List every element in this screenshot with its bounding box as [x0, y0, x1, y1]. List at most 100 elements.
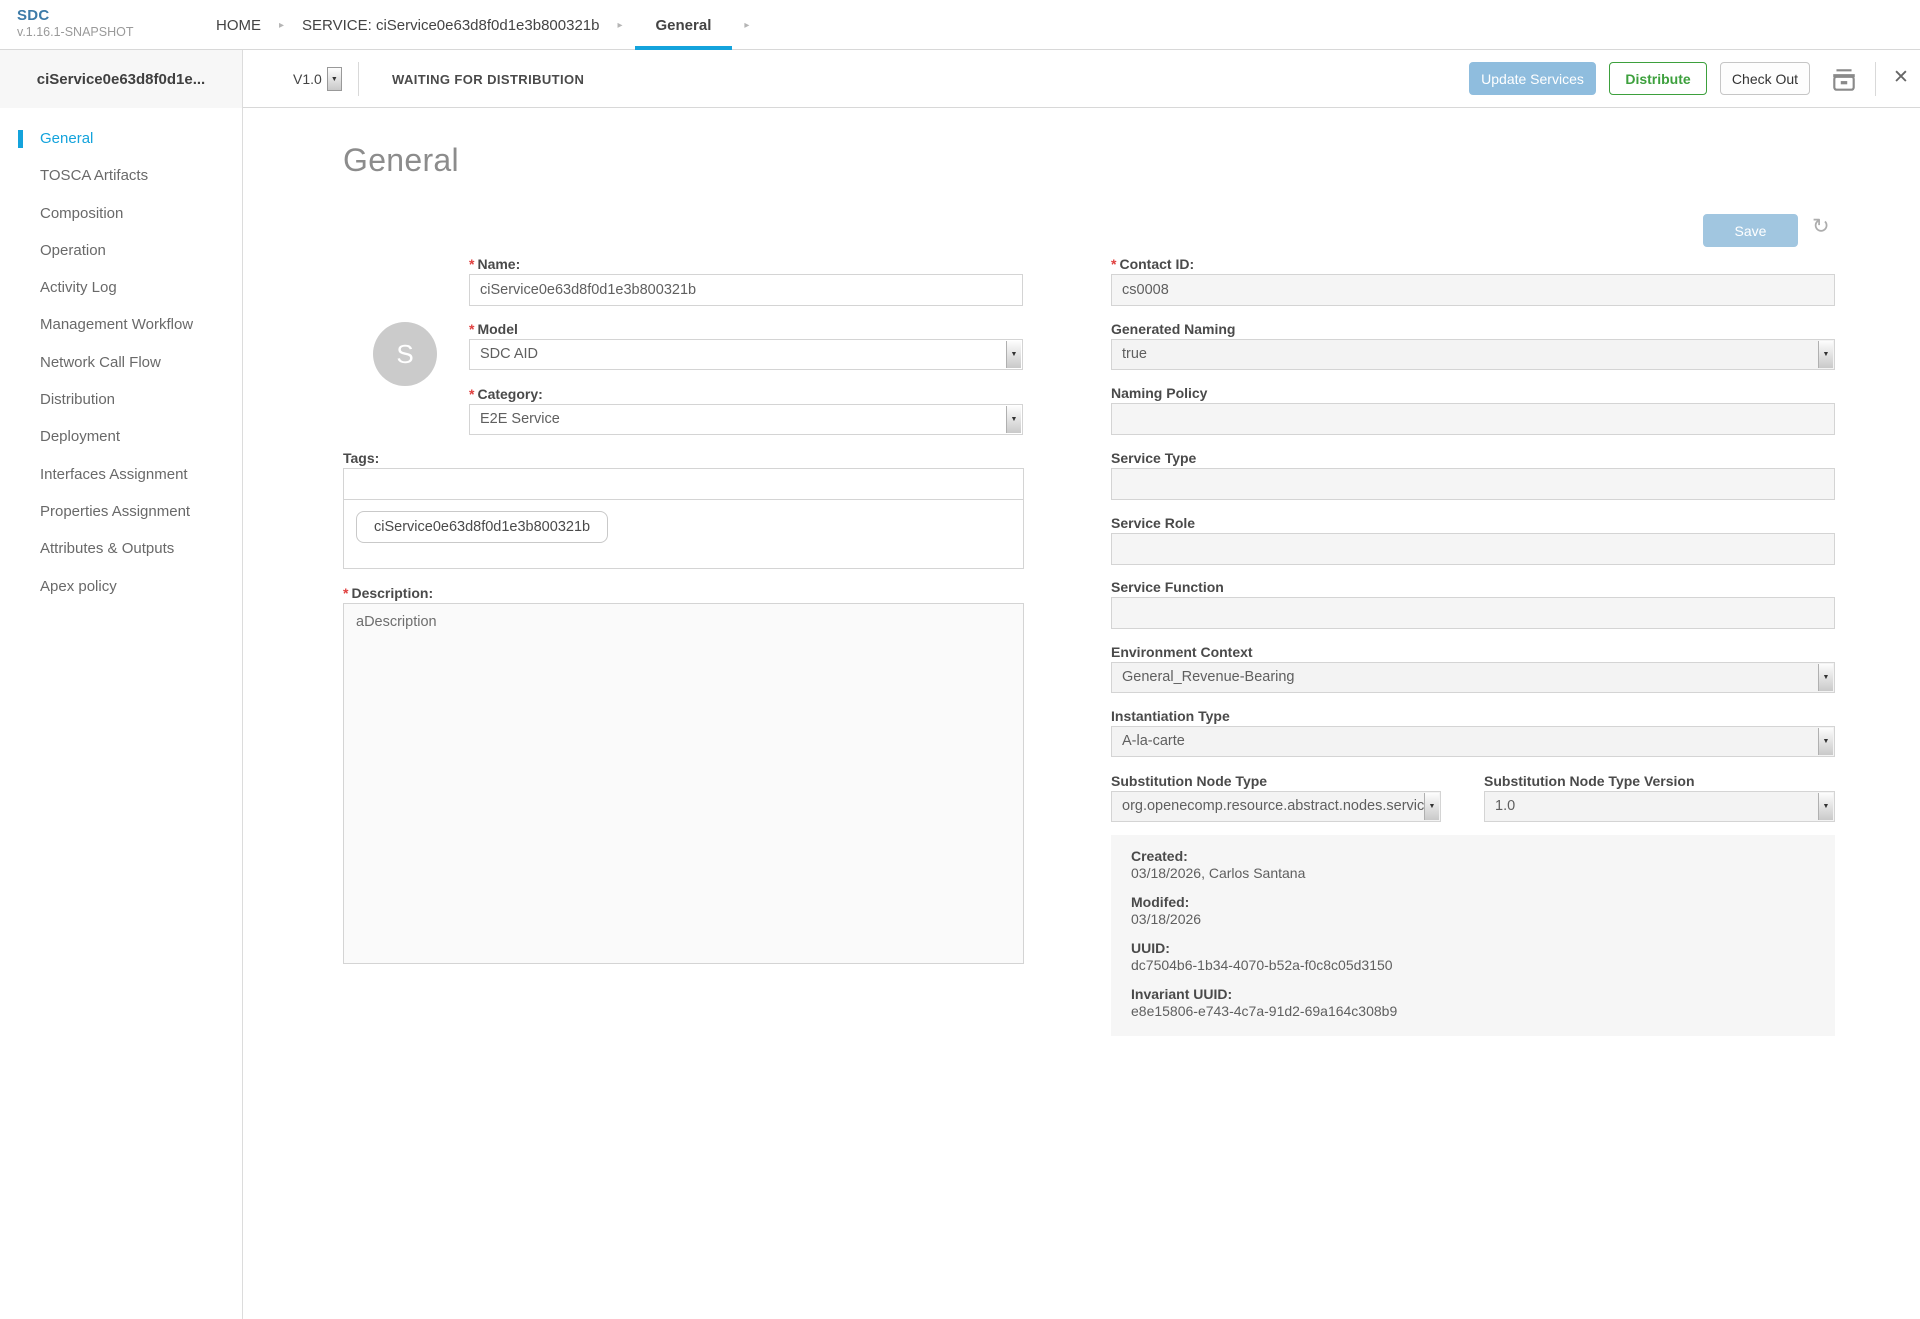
contact-id-input[interactable] [1111, 274, 1835, 306]
required-asterisk: * [469, 321, 475, 337]
modified-label: Modifed: [1131, 894, 1190, 910]
service-role-input[interactable] [1111, 533, 1835, 565]
sidebar-item-network-call-flow[interactable]: Network Call Flow [0, 344, 242, 381]
substitution-node-type-version-select[interactable]: 1.0 ▼ [1484, 791, 1835, 822]
tags-input[interactable] [343, 468, 1024, 500]
created-label: Created: [1131, 848, 1188, 864]
modified-value: 03/18/2026 [1131, 911, 1202, 927]
save-button[interactable]: Save [1703, 214, 1798, 247]
contact-id-label: Contact ID: [1119, 256, 1195, 272]
app-version: v.1.16.1-SNAPSHOT [17, 25, 134, 39]
service-type-input[interactable] [1111, 468, 1835, 500]
distribute-button[interactable]: Distribute [1609, 62, 1707, 95]
description-label: Description: [351, 585, 434, 601]
category-select[interactable]: E2E Service ▼ [469, 404, 1023, 435]
breadcrumb-home[interactable]: HOME [210, 0, 267, 50]
sidebar-item-properties-assignment[interactable]: Properties Assignment [0, 493, 242, 530]
category-field-group: * Category: E2E Service ▼ [469, 386, 1023, 435]
chevron-down-icon: ▼ [1006, 406, 1021, 433]
breadcrumb: HOME ▸ SERVICE: ciService0e63d8f0d1e3b80… [210, 0, 761, 50]
naming-policy-field-group: Naming Policy [1111, 385, 1835, 435]
version-selector[interactable]: V1.0 ▼ [293, 50, 342, 108]
required-asterisk: * [1111, 256, 1117, 272]
name-input[interactable] [469, 274, 1023, 306]
environment-context-field-group: Environment Context General_Revenue-Bear… [1111, 644, 1835, 693]
contact-id-field-group: * Contact ID: [1111, 256, 1835, 306]
chevron-down-icon: ▼ [1818, 793, 1833, 820]
description-textarea[interactable]: aDescription [343, 603, 1024, 964]
instantiation-type-label: Instantiation Type [1111, 708, 1230, 724]
sidebar-item-distribution[interactable]: Distribution [0, 381, 242, 418]
environment-context-value: General_Revenue-Bearing [1122, 669, 1295, 685]
required-asterisk: * [469, 256, 475, 272]
service-role-label: Service Role [1111, 515, 1196, 531]
substitution-node-type-select[interactable]: org.openecomp.resource.abstract.nodes.se… [1111, 791, 1441, 822]
required-asterisk: * [469, 386, 475, 402]
model-select[interactable]: SDC AID ▼ [469, 339, 1023, 370]
service-type-label: Service Type [1111, 450, 1197, 466]
refresh-icon[interactable]: ↻ [1812, 214, 1830, 239]
app-logo[interactable]: SDC v.1.16.1-SNAPSHOT [17, 7, 133, 39]
substitution-node-type-version-value: 1.0 [1495, 798, 1516, 814]
tags-container: ciService0e63d8f0d1e3b800321b [343, 499, 1024, 569]
model-label: Model [477, 321, 518, 337]
instantiation-type-value: A-la-carte [1122, 733, 1185, 749]
check-out-button[interactable]: Check Out [1720, 62, 1810, 95]
chevron-down-icon: ▼ [1006, 341, 1021, 368]
sidebar-item-management-workflow[interactable]: Management Workflow [0, 306, 242, 343]
breadcrumb-general-active[interactable]: General [634, 0, 733, 50]
instantiation-type-field-group: Instantiation Type A-la-carte ▼ [1111, 708, 1835, 757]
page-title: General [343, 142, 459, 178]
version-dropdown-icon[interactable]: ▼ [326, 67, 342, 91]
generated-naming-select[interactable]: true ▼ [1111, 339, 1835, 370]
required-asterisk: * [343, 585, 349, 601]
entity-toolbar: ciService0e63d8f0d1e... V1.0 ▼ WAITING F… [0, 50, 1920, 108]
version-value: V1.0 [293, 71, 322, 87]
description-field-group: * Description: aDescription [343, 585, 1024, 964]
substitution-node-type-field-group: Substitution Node Type org.openecomp.res… [1111, 773, 1441, 822]
breadcrumb-arrow-icon: ▸ [617, 19, 623, 31]
service-role-field-group: Service Role [1111, 515, 1835, 565]
sidebar-item-interfaces-assignment[interactable]: Interfaces Assignment [0, 456, 242, 493]
model-value: SDC AID [480, 346, 539, 362]
tags-field-group: Tags: ciService0e63d8f0d1e3b800321b [343, 450, 1024, 569]
sidebar: General TOSCA Artifacts Composition Oper… [0, 108, 243, 1319]
tag-chip[interactable]: ciService0e63d8f0d1e3b800321b [356, 511, 609, 543]
sidebar-item-operation[interactable]: Operation [0, 232, 242, 269]
top-header: SDC v.1.16.1-SNAPSHOT HOME ▸ SERVICE: ci… [0, 0, 1920, 50]
model-field-group: * Model SDC AID ▼ [469, 321, 1023, 370]
substitution-node-type-version-field-group: Substitution Node Type Version 1.0 ▼ [1484, 773, 1835, 822]
sidebar-item-composition[interactable]: Composition [0, 195, 242, 232]
entity-title: ciService0e63d8f0d1e... [36, 70, 206, 88]
service-type-field-group: Service Type [1111, 450, 1835, 500]
environment-context-label: Environment Context [1111, 644, 1253, 660]
substitution-node-type-label: Substitution Node Type [1111, 773, 1268, 789]
service-function-input[interactable] [1111, 597, 1835, 629]
toolbar-divider [1875, 62, 1876, 96]
invariant-uuid-value: e8e15806-e743-4c7a-91d2-69a164c308b9 [1131, 1003, 1398, 1019]
generated-naming-label: Generated Naming [1111, 321, 1236, 337]
breadcrumb-service[interactable]: SERVICE: ciService0e63d8f0d1e3b800321b [296, 0, 605, 50]
uuid-label: UUID: [1131, 940, 1170, 956]
print-icon[interactable] [1830, 67, 1858, 93]
sidebar-item-tosca-artifacts[interactable]: TOSCA Artifacts [0, 157, 242, 194]
service-function-field-group: Service Function [1111, 579, 1835, 629]
generated-naming-field-group: Generated Naming true ▼ [1111, 321, 1835, 370]
naming-policy-input[interactable] [1111, 403, 1835, 435]
lifecycle-status: WAITING FOR DISTRIBUTION [392, 71, 585, 87]
metadata-panel: Created: 03/18/2026, Carlos Santana Modi… [1111, 835, 1835, 1036]
substitution-node-type-value: org.openecomp.resource.abstract.nodes.se… [1122, 798, 1433, 814]
created-value: 03/18/2026, Carlos Santana [1131, 865, 1306, 881]
sidebar-item-activity-log[interactable]: Activity Log [0, 269, 242, 306]
sidebar-item-deployment[interactable]: Deployment [0, 418, 242, 455]
instantiation-type-select[interactable]: A-la-carte ▼ [1111, 726, 1835, 757]
sidebar-item-general[interactable]: General [0, 120, 242, 157]
update-services-button[interactable]: Update Services [1469, 62, 1596, 95]
breadcrumb-arrow-icon: ▸ [279, 19, 285, 31]
environment-context-select[interactable]: General_Revenue-Bearing ▼ [1111, 662, 1835, 693]
sidebar-item-apex-policy[interactable]: Apex policy [0, 568, 242, 605]
close-icon[interactable]: ✕ [1893, 64, 1909, 92]
category-value: E2E Service [480, 411, 560, 427]
naming-policy-label: Naming Policy [1111, 385, 1208, 401]
sidebar-item-attributes-outputs[interactable]: Attributes & Outputs [0, 530, 242, 567]
